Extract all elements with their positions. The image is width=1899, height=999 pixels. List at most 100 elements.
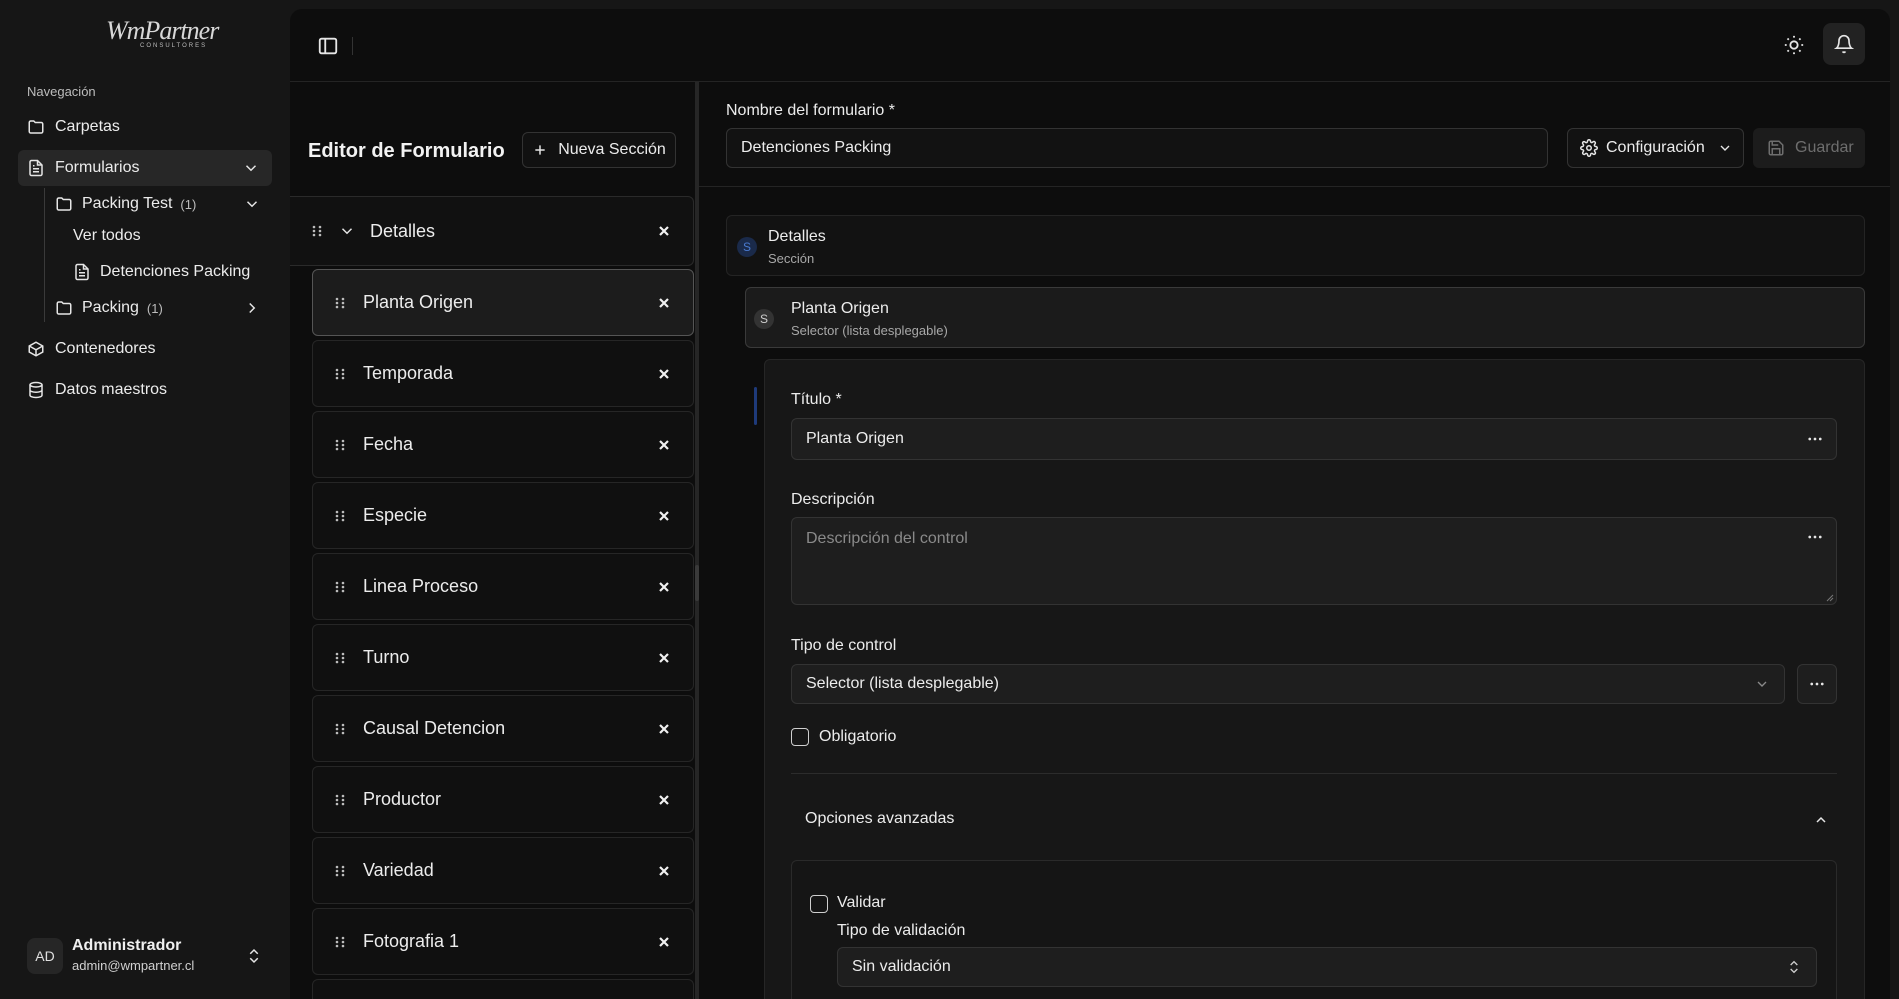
validate-checkbox[interactable] <box>810 895 828 913</box>
field-properties: Título * Planta Origen Descripción Descr… <box>764 359 1865 999</box>
user-email: admin@wmpartner.cl <box>72 958 195 973</box>
drag-handle-icon[interactable] <box>333 651 347 665</box>
sidebar-toggle-icon[interactable] <box>317 35 339 57</box>
new-section-button[interactable]: Nueva Sección <box>522 132 676 168</box>
notifications-button[interactable] <box>1823 23 1865 65</box>
validate-label: Validar <box>837 894 886 911</box>
field-label: Causal Detencion <box>363 718 506 738</box>
required-checkbox[interactable] <box>791 728 809 746</box>
close-icon[interactable] <box>657 793 671 807</box>
sun-icon[interactable] <box>1783 34 1805 56</box>
close-icon[interactable] <box>657 509 671 523</box>
drag-handle-icon[interactable] <box>310 224 324 238</box>
description-placeholder: Descripción del control <box>806 530 968 547</box>
advanced-options-toggle[interactable]: Opciones avanzadas <box>805 810 954 828</box>
drag-handle-icon[interactable] <box>333 296 347 310</box>
close-icon[interactable] <box>657 224 671 238</box>
close-icon[interactable] <box>657 367 671 381</box>
close-icon[interactable] <box>657 580 671 594</box>
field-label: Temporada <box>363 363 454 383</box>
field-card[interactable] <box>312 979 694 999</box>
sidebar-item-label: Packing Test <box>82 195 173 212</box>
required-label: Obligatorio <box>819 728 897 745</box>
field-card[interactable]: Fecha <box>312 411 694 478</box>
close-icon[interactable] <box>657 935 671 949</box>
tree-field-title: Planta Origen <box>791 300 889 317</box>
chevrons-up-down-icon[interactable] <box>245 947 263 965</box>
close-icon[interactable] <box>657 438 671 452</box>
tree-section-row[interactable]: S Detalles Sección <box>726 215 1865 276</box>
form-name-input[interactable] <box>726 128 1548 168</box>
description-textarea[interactable]: Descripción del control <box>791 517 1837 605</box>
field-label: Fotografia 1 <box>363 931 460 951</box>
sidebar-item-label: Datos maestros <box>55 381 168 398</box>
drag-handle-icon[interactable] <box>333 580 347 594</box>
drag-handle-icon[interactable] <box>333 509 347 523</box>
validation-type-select[interactable]: Sin validación <box>837 947 1817 987</box>
close-icon[interactable] <box>657 864 671 878</box>
database-icon <box>29 381 43 399</box>
field-card[interactable]: Temporada <box>312 340 694 407</box>
close-icon[interactable] <box>657 651 671 665</box>
more-horizontal-icon[interactable] <box>1806 528 1824 546</box>
drag-handle-icon[interactable] <box>333 864 347 878</box>
field-card[interactable]: Causal Detencion <box>312 695 694 762</box>
app: WmPartner CONSULTORES Navegación Carpeta… <box>0 0 1899 999</box>
sidebar-item-label: Contenedores <box>55 340 156 357</box>
tree-field-row[interactable]: S Planta Origen Selector (lista desplega… <box>745 287 1865 348</box>
sidebar-item-carpetas[interactable]: Carpetas <box>18 109 272 145</box>
drag-handle-icon[interactable] <box>333 367 347 381</box>
sidebar-item-label: Ver todos <box>73 227 141 244</box>
drag-handle-icon[interactable] <box>333 793 347 807</box>
file-text-icon <box>29 159 43 177</box>
configuration-button[interactable]: Configuración <box>1567 128 1744 168</box>
sidebar: WmPartner CONSULTORES Navegación Carpeta… <box>0 0 290 999</box>
field-card[interactable]: Turno <box>312 624 694 691</box>
divider <box>352 37 353 55</box>
drag-handle-icon[interactable] <box>333 935 347 949</box>
control-type-more-button[interactable] <box>1797 664 1837 704</box>
section-label: Detalles <box>370 220 436 241</box>
title-input[interactable]: Planta Origen <box>791 418 1837 460</box>
chevron-down-icon[interactable] <box>243 195 261 213</box>
sidebar-item-datos-maestros[interactable]: Datos maestros <box>18 372 272 408</box>
sidebar-item-detenciones-packing[interactable]: Detenciones Packing <box>73 258 293 286</box>
close-icon[interactable] <box>657 296 671 310</box>
configuration-label: Configuración <box>1606 139 1705 156</box>
sidebar-item-packing-test[interactable]: Packing Test (1) <box>55 190 261 218</box>
avatar: AD <box>27 938 63 974</box>
section-header[interactable]: Detalles <box>290 196 694 266</box>
control-type-select[interactable]: Selector (lista desplegable) <box>791 664 1785 704</box>
sidebar-item-formularios[interactable]: Formularios <box>18 150 272 186</box>
chevron-down-icon <box>1757 681 1767 687</box>
chevron-up-icon[interactable] <box>1813 812 1829 828</box>
field-card[interactable]: Especie <box>312 482 694 549</box>
active-indicator <box>754 387 757 425</box>
validation-type-label: Tipo de validación <box>837 922 966 939</box>
resize-corner-icon[interactable] <box>1824 592 1834 602</box>
drag-handle-icon[interactable] <box>333 722 347 736</box>
field-card[interactable]: Planta Origen <box>312 269 694 336</box>
save-icon <box>1768 140 1784 156</box>
field-card[interactable]: Fotografia 1 <box>312 908 694 975</box>
close-icon[interactable] <box>657 722 671 736</box>
field-label: Especie <box>363 505 428 525</box>
field-card[interactable]: Linea Proceso <box>312 553 694 620</box>
control-type-value: Selector (lista desplegable) <box>806 675 999 692</box>
chevron-right-icon[interactable] <box>243 299 261 317</box>
field-card[interactable]: Variedad <box>312 837 694 904</box>
gear-icon <box>1580 139 1598 157</box>
user-menu[interactable]: AD Administrador admin@wmpartner.cl <box>27 936 277 976</box>
folder-icon <box>56 197 72 211</box>
more-horizontal-icon[interactable] <box>1806 430 1824 448</box>
chevron-down-icon[interactable] <box>338 222 356 240</box>
sidebar-item-packing[interactable]: Packing (1) <box>55 294 261 322</box>
chevron-down-icon <box>1720 145 1730 151</box>
advanced-options-panel: Validar Tipo de validación Sin validació… <box>791 860 1837 999</box>
save-button[interactable]: Guardar <box>1753 128 1865 168</box>
sidebar-item-ver-todos[interactable]: Ver todos <box>73 222 293 250</box>
drag-handle-icon[interactable] <box>333 438 347 452</box>
field-card[interactable]: Productor <box>312 766 694 833</box>
sidebar-item-contenedores[interactable]: Contenedores <box>18 331 272 367</box>
chevron-down-icon[interactable] <box>242 159 260 177</box>
